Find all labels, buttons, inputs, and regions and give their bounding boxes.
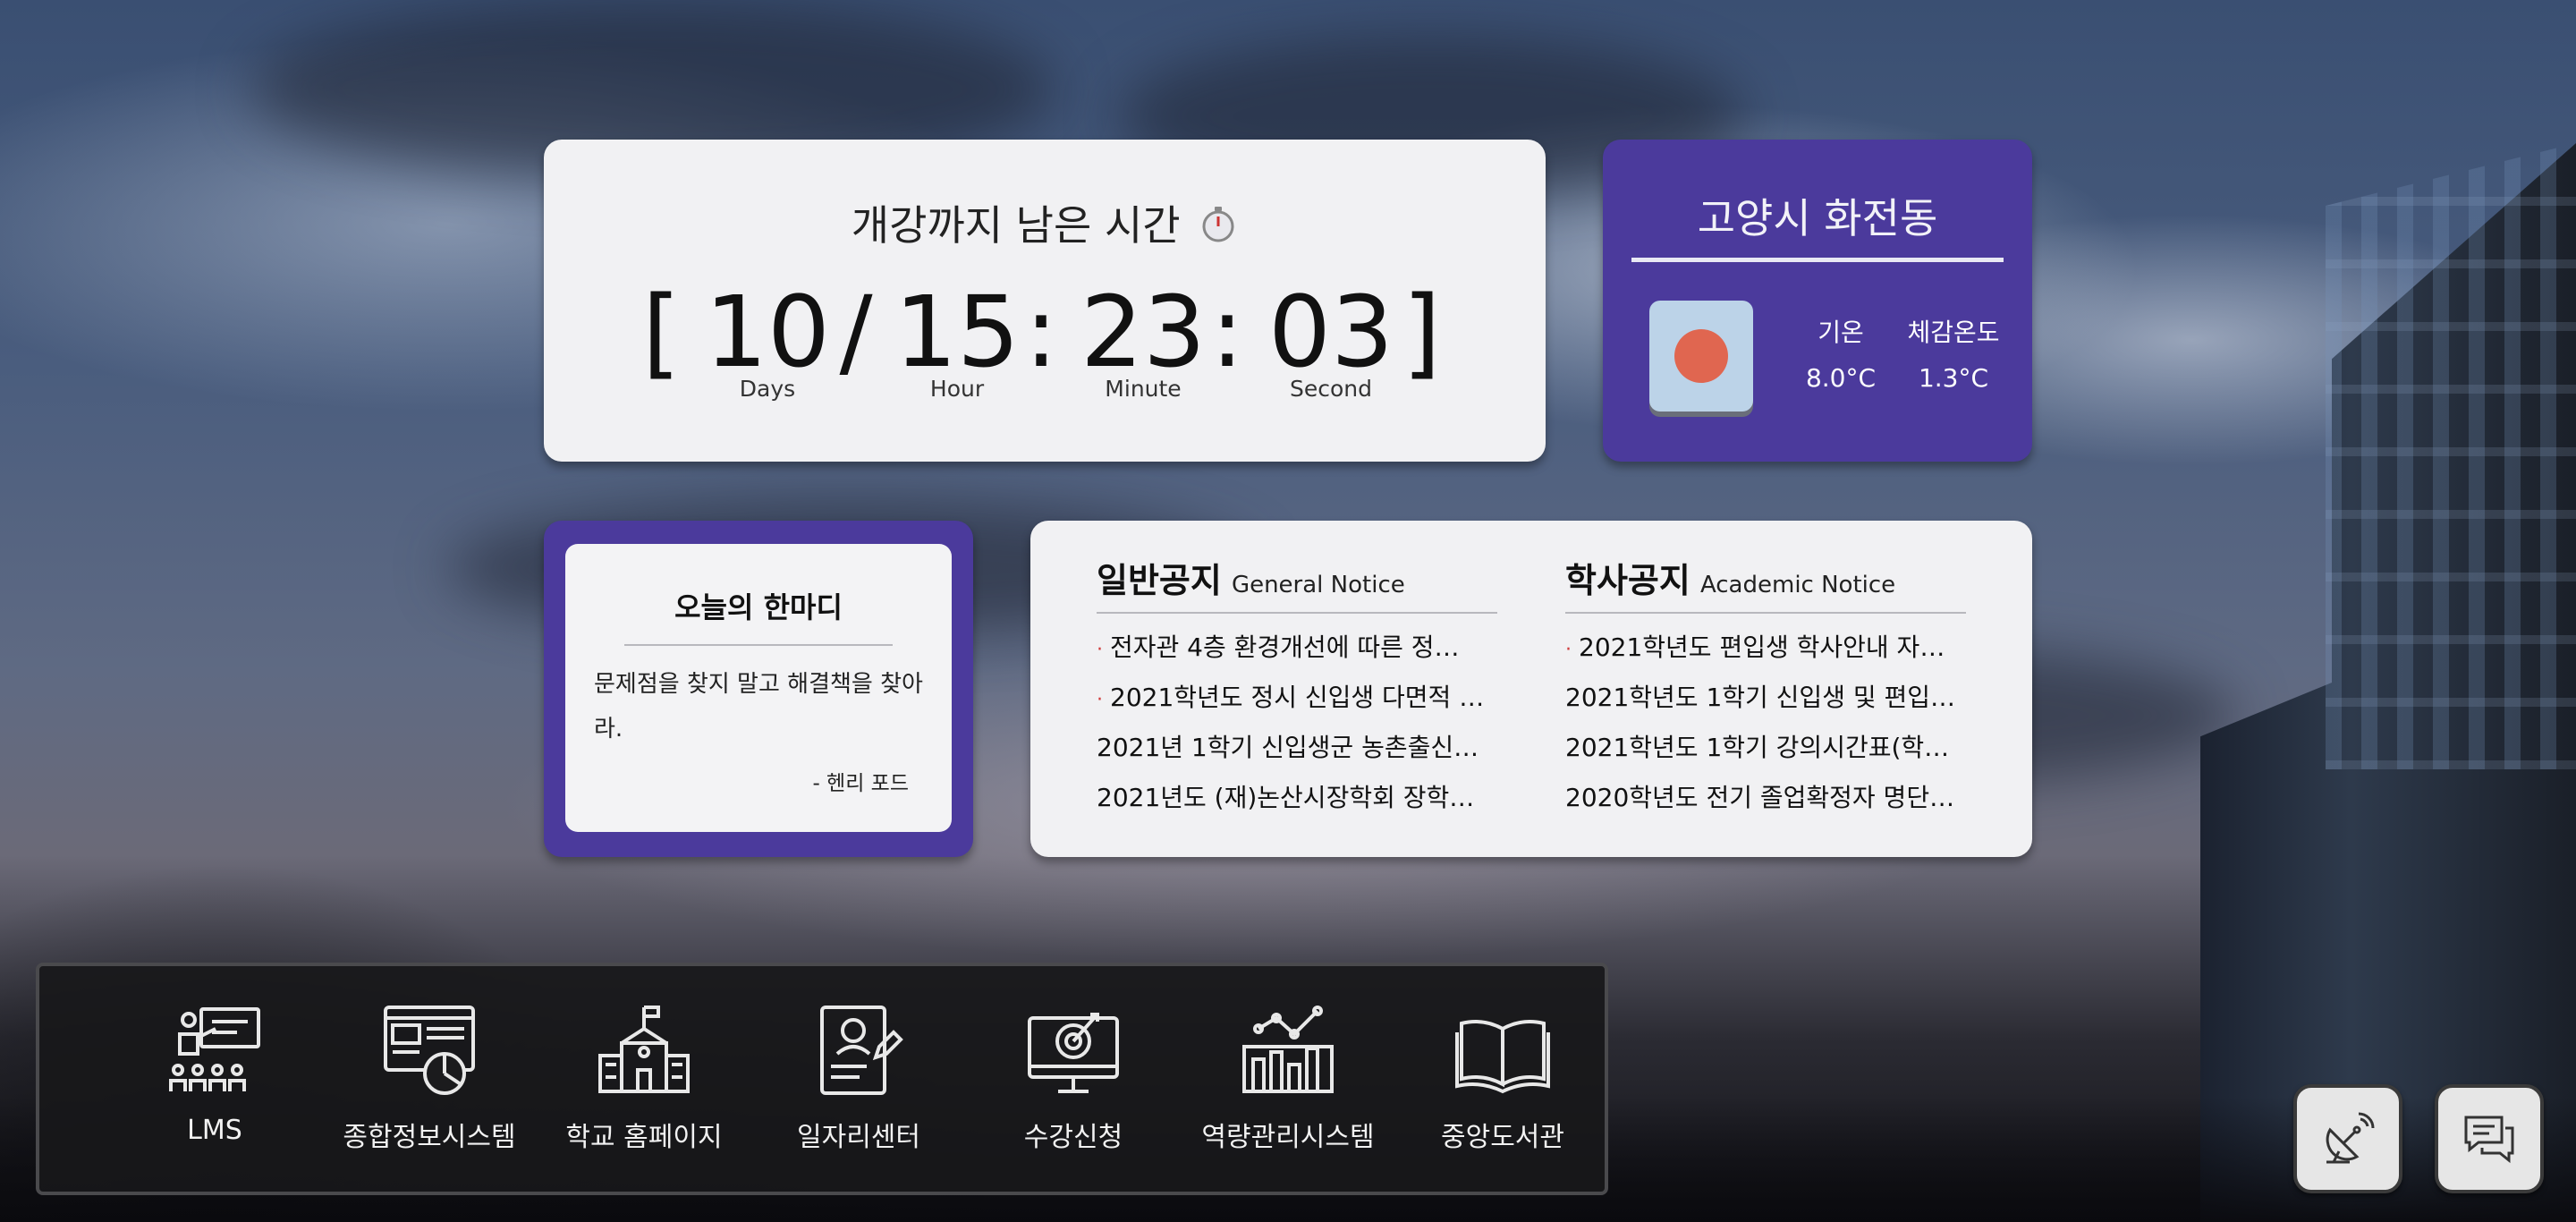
minutes-separator: : [1210,275,1244,389]
days-label: Days [739,376,796,402]
notice-text: 2021년도 (재)논산시장학회 장학… [1097,783,1475,812]
chat-button[interactable] [2435,1084,2544,1193]
quote-divider [624,644,893,646]
new-dot: · [1097,689,1103,711]
school-icon [598,1006,690,1093]
minutes-value: 23 [1080,275,1206,389]
temp-value: 8.0°C [1805,363,1877,393]
weather-divider [1631,258,2004,262]
general-notice-divider [1097,612,1497,614]
notice-text: 2021년 1학기 신입생군 농촌출신… [1097,733,1479,762]
seconds-value: 03 [1268,275,1394,389]
building-windows [2326,143,2576,769]
satellite-dish-icon [2326,1112,2375,1164]
dock-label: LMS [187,1115,242,1146]
dock-label: 학교 홈페이지 [565,1122,723,1153]
minutes-label: Minute [1105,376,1182,402]
notice-text: 2020학년도 전기 졸업확정자 명단… [1565,783,1955,812]
academic-notice-item[interactable]: 2021학년도 1학기 신입생 및 편입… [1565,673,1966,723]
general-notice-item[interactable]: 2021년도 (재)논산시장학회 장학… [1097,773,1497,823]
notice-text: 2021학년도 1학기 신입생 및 편입… [1565,683,1956,712]
days-separator: / [839,275,873,389]
dock-item-course-registration[interactable]: 수강신청 [984,1002,1163,1163]
dock-item-job-center[interactable]: 일자리센터 [769,1002,948,1163]
academic-notice-title: 학사공지 [1565,561,1690,600]
academic-notice-subtitle: Academic Notice [1699,572,1896,598]
notice-text: 2021학년도 1학기 강의시간표(학… [1565,733,1950,762]
notice-text: 2021학년도 편입생 학사안내 자… [1579,632,1945,662]
days-value: 10 [705,275,830,389]
dock-label: 역량관리시스템 [1201,1122,1375,1153]
sun-icon [1674,329,1728,383]
new-dot: · [1565,639,1572,661]
general-notice-header[interactable]: 일반공지 General Notice [1097,553,1497,607]
countdown-card: 개강까지 남은 시간 [ 10 / 15 : 23 : 03 ] Days Ho… [544,140,1546,462]
dock-label: 중앙도서관 [1441,1122,1564,1153]
quote-title: 오늘의 한마디 [674,590,843,624]
resume-icon [820,1006,903,1095]
dock-item-lms[interactable]: LMS [125,1002,304,1163]
academic-notice-item[interactable]: · 2021학년도 편입생 학사안내 자… [1565,623,1966,673]
dock-item-library[interactable]: 중앙도서관 [1413,1002,1592,1163]
weather-city: 고양시 화전동 [1697,194,1938,242]
hours-separator: : [1024,275,1058,389]
general-notice-item[interactable]: · 2021학년도 정시 신입생 다면적 … [1097,673,1497,723]
dashboard-icon [384,1006,475,1095]
general-notice-item[interactable]: 2021년 1학기 신입생군 농촌출신… [1097,723,1497,773]
quote-text: 문제점을 찾지 말고 해결책을 찾아라. [594,671,923,743]
notice-text: 전자관 4층 환경개선에 따른 정… [1110,632,1460,662]
bar-chart-icon [1242,1006,1334,1093]
quote-card: 오늘의 한마디 문제점을 찾지 말고 해결책을 찾아라. - 헨리 포드 [544,521,973,857]
target-monitor-icon [1028,1013,1119,1093]
dock-item-info-system[interactable]: 종합정보시스템 [340,1002,519,1163]
academic-notice-column: 학사공지 Academic Notice · 2021학년도 편입생 학사안내 자… [1565,553,1966,823]
stopwatch-icon [1202,207,1234,242]
notice-card: 일반공지 General Notice · 전자관 4층 환경개선에 따른 정… … [1030,521,2032,857]
general-notice-title: 일반공지 [1097,561,1222,600]
academic-notice-divider [1565,612,1966,614]
close-bracket: ] [1402,275,1441,389]
lecture-icon [169,1007,260,1091]
book-icon [1455,1020,1550,1094]
dock-label: 일자리센터 [797,1122,920,1153]
countdown-title-text: 개강까지 남은 시간 [851,201,1181,250]
new-dot: · [1097,639,1103,661]
quote-author: - 헨리 포드 [812,772,909,795]
general-notice-subtitle: General Notice [1231,572,1405,598]
seconds-label: Second [1289,376,1372,402]
academic-notice-header[interactable]: 학사공지 Academic Notice [1565,553,1966,607]
open-bracket: [ [642,275,681,389]
quote-inner-panel: 오늘의 한마디 문제점을 찾지 말고 해결책을 찾아라. - 헨리 포드 [565,544,952,832]
feels-like-value: 1.3°C [1918,363,1989,393]
dock-label: 종합정보시스템 [343,1122,516,1153]
countdown-title: 개강까지 남은 시간 [544,193,1546,252]
academic-notice-item[interactable]: 2021학년도 1학기 강의시간표(학… [1565,723,1966,773]
countdown-row: [ 10 / 15 : 23 : 03 ] [544,274,1546,399]
weather-card: 고양시 화전동 기온 체감온도 8.0°C 1.3°C [1603,140,2032,462]
hours-value: 15 [894,275,1020,389]
quick-links-dock: LMS 종합정보시스템 학교 홈페이지 일자리센터 수강신청 역량관리시스템 중… [36,963,1608,1195]
hours-label: Hour [929,376,985,402]
general-notice-column: 일반공지 General Notice · 전자관 4층 환경개선에 따른 정… … [1097,553,1497,823]
notice-text: 2021학년도 정시 신입생 다면적 … [1110,683,1485,712]
academic-notice-item[interactable]: 2020학년도 전기 졸업확정자 명단… [1565,773,1966,823]
satellite-button[interactable] [2293,1084,2402,1193]
dock-item-competency-system[interactable]: 역량관리시스템 [1199,1002,1377,1163]
temp-label: 기온 [1818,318,1864,347]
dock-label: 수강신청 [1023,1122,1123,1153]
feels-like-label: 체감온도 [1907,318,2000,347]
dock-item-school-homepage[interactable]: 학교 홈페이지 [555,1002,733,1163]
weather-icon-box [1649,301,1753,412]
general-notice-item[interactable]: · 전자관 4층 환경개선에 따른 정… [1097,623,1497,673]
chat-icon [2464,1116,2514,1164]
